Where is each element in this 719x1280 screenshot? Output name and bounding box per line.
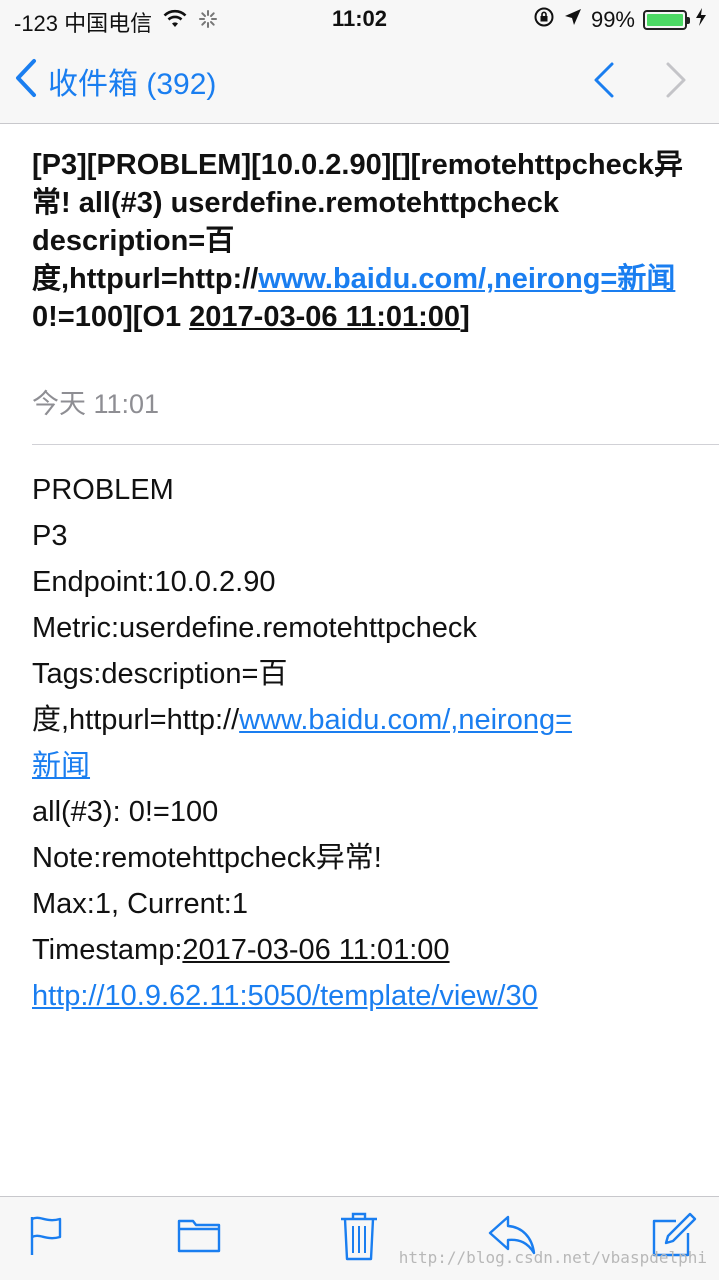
status-right: 99% [533, 6, 707, 34]
move-to-folder-button[interactable] [176, 1213, 222, 1262]
watermark: http://blog.csdn.net/vbaspdelphi [398, 1248, 707, 1267]
battery-percent: 99% [590, 7, 635, 32]
body-line: http://10.9.62.11:5050/template/view/30 [32, 973, 692, 1019]
template-link[interactable]: http://10.9.62.11:5050/template/view/30 [32, 980, 538, 1012]
chevron-left-icon [14, 58, 38, 103]
trash-button[interactable] [338, 1209, 380, 1268]
email-subject: [P3][PROBLEM][10.0.2.90][][remotehttpche… [32, 146, 702, 336]
body-line: Timestamp:2017-03-06 11:01:00 [32, 927, 692, 973]
nav-bar: 收件箱 (392) [0, 40, 719, 124]
body-line: 新闻 [32, 743, 692, 789]
charging-bolt-icon [695, 7, 707, 33]
body-text: 度,httpurl=http:// [32, 704, 240, 736]
chevron-up-icon [588, 62, 618, 106]
bottom-toolbar [0, 1196, 719, 1280]
header-divider [32, 444, 719, 445]
body-baidu-link[interactable]: www.baidu.com/,neirong= [239, 704, 572, 736]
next-message-button[interactable] [662, 58, 692, 107]
subject-link[interactable]: www.baidu.com/,neirong=新闻 [258, 263, 675, 295]
chevron-down-icon [662, 62, 692, 106]
subject-timestamp[interactable]: 2017-03-06 11:01:00 [189, 301, 460, 333]
status-bar: -123 中国电信 11:02 99% [0, 0, 719, 40]
location-arrow-icon [563, 7, 583, 33]
rotation-lock-icon [533, 6, 555, 34]
battery-level [647, 14, 683, 26]
timestamp-label: Timestamp: [32, 934, 183, 966]
flag-button[interactable] [26, 1213, 66, 1262]
battery-icon [643, 10, 690, 30]
body-line: Max:1, Current:1 [32, 888, 248, 920]
trash-icon [338, 1212, 380, 1267]
email-date: 今天 11:01 [32, 389, 160, 419]
body-line: 度,httpurl=http://www.baidu.com/,neirong= [32, 697, 692, 743]
timestamp-value[interactable]: 2017-03-06 11:01:00 [182, 934, 449, 966]
body-line: Note:remotehttpcheck异常! [32, 842, 382, 874]
body-line: Metric:userdefine.remotehttpcheck [32, 612, 477, 644]
subject-text-2: 0!=100][O1 [32, 301, 190, 333]
subject-text-3: ] [460, 301, 470, 333]
back-to-inbox-button[interactable]: 收件箱 (392) [14, 58, 216, 103]
body-line: all(#3): 0!=100 [32, 796, 219, 828]
body-line: Tags:description=百 [32, 658, 288, 690]
back-button-label: 收件箱 (392) [48, 67, 217, 101]
body-line: P3 [32, 520, 68, 552]
body-line: PROBLEM [32, 474, 174, 506]
body-line: Endpoint:10.0.2.90 [32, 566, 276, 598]
previous-message-button[interactable] [588, 58, 618, 107]
body-baidu-link-cont[interactable]: 新闻 [32, 750, 90, 782]
email-body: PROBLEM P3 Endpoint:10.0.2.90 Metric:use… [32, 467, 692, 1019]
flag-icon [26, 1216, 66, 1261]
folder-icon [176, 1219, 222, 1261]
